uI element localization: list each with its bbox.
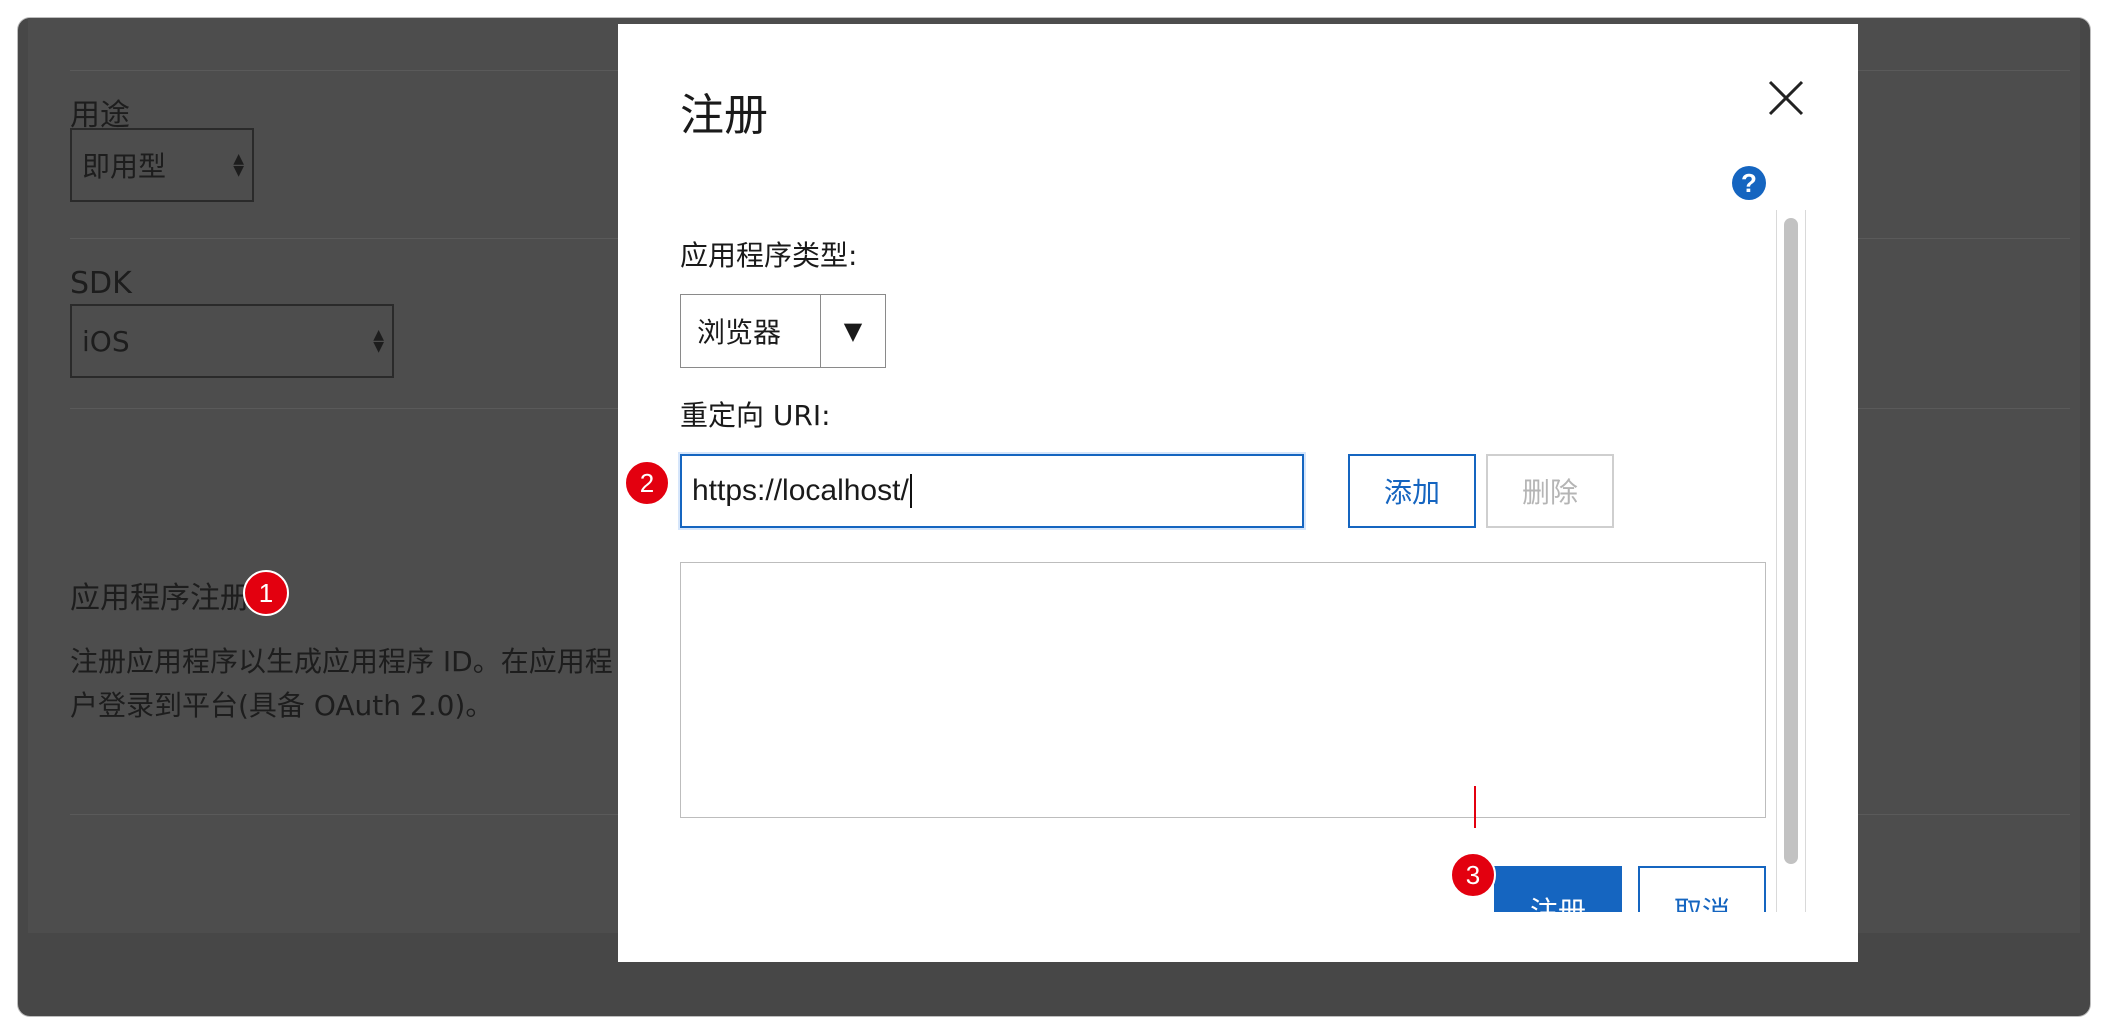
- dialog-title: 注册: [680, 90, 768, 141]
- purpose-select-value: 即用型: [82, 150, 167, 183]
- dialog-footer-mask: [618, 912, 1858, 962]
- description-line: 注册应用程序以生成应用程序 ID。在应用程: [70, 645, 613, 678]
- redirect-uri-label: 重定向 URI:: [680, 399, 831, 432]
- sort-arrows-icon: ▲ ▼: [373, 327, 384, 355]
- app-registration-description: 注册应用程序以生成应用程序 ID。在应用程 户登录到平台(具备 OAuth 2.…: [70, 640, 650, 728]
- description-line: 户登录到平台(具备 OAuth 2.0)。: [70, 689, 494, 722]
- sort-arrows-icon: ▲ ▼: [233, 151, 244, 179]
- app-type-label: 应用程序类型:: [680, 239, 858, 272]
- add-button[interactable]: 添加: [1348, 454, 1476, 528]
- app-registration-heading: 应用程序注册: [70, 581, 250, 616]
- help-icon[interactable]: ?: [1732, 166, 1766, 200]
- step-badge-3: 3: [1450, 852, 1496, 898]
- redirect-uri-value: https://localhost/: [692, 474, 909, 507]
- dropdown-triangle-icon: ▼: [843, 317, 863, 345]
- annotation-marker: [1474, 786, 1476, 828]
- redirect-uri-input[interactable]: https://localhost/: [680, 454, 1304, 528]
- text-cursor: [909, 474, 912, 508]
- app-type-select[interactable]: 浏览器 ▼: [680, 294, 886, 368]
- sdk-label: SDK: [70, 266, 132, 301]
- sdk-select-value: iOS: [82, 324, 130, 358]
- step-badge-1: 1: [243, 570, 289, 616]
- step-badge-2: 2: [624, 460, 670, 506]
- close-icon[interactable]: [1764, 76, 1808, 120]
- register-dialog: 注册 ? 应用程序类型: 浏览器 ▼ 重定向 URI: https://loca…: [618, 24, 1858, 962]
- sdk-select[interactable]: iOS ▲ ▼: [70, 304, 394, 378]
- scrollbar-thumb[interactable]: [1784, 218, 1798, 864]
- delete-button[interactable]: 删除: [1486, 454, 1614, 528]
- redirect-uri-list[interactable]: [680, 562, 1766, 818]
- purpose-select[interactable]: 即用型 ▲ ▼: [70, 128, 254, 202]
- app-type-value: 浏览器: [697, 316, 782, 349]
